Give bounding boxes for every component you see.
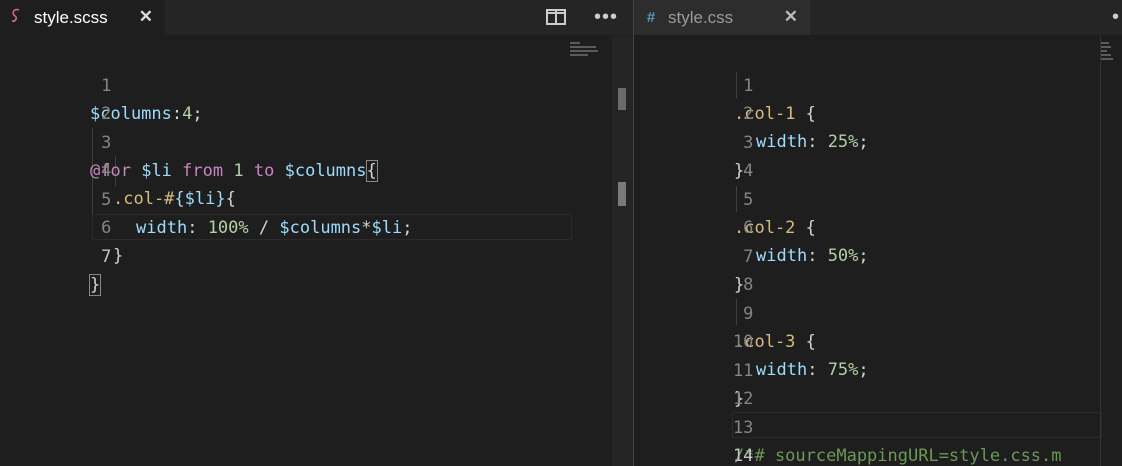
close-icon[interactable]: ✕ bbox=[784, 7, 798, 27]
token: /*# sourceMappingURL=style.css.m bbox=[734, 446, 1062, 466]
code-line: 10 width: 75%; bbox=[634, 300, 1122, 380]
split-editor-icon[interactable] bbox=[546, 9, 566, 30]
left-tab-bar: style.scss ✕ ••• bbox=[0, 0, 633, 35]
tab-style-css[interactable]: # style.css ✕ bbox=[634, 0, 810, 35]
close-icon[interactable]: ✕ bbox=[139, 7, 153, 27]
code-line: 7 } bbox=[0, 215, 633, 296]
tab-label: style.scss bbox=[34, 7, 108, 27]
more-actions-icon[interactable]: • bbox=[1112, 6, 1119, 29]
more-actions-icon[interactable]: ••• bbox=[594, 6, 618, 29]
code-line: 1 $columns:4; bbox=[0, 44, 633, 124]
token: } bbox=[113, 246, 124, 266]
code-line: 5 .col-2 { bbox=[634, 158, 1122, 238]
matched-bracket: } bbox=[88, 274, 102, 296]
code-line: 3 @for $li from 1 to $columns{ bbox=[0, 101, 633, 182]
scrollbar-cursor-marker bbox=[618, 182, 626, 206]
code-line: 14 bbox=[634, 414, 1122, 466]
code-line: 11 } bbox=[634, 329, 1122, 409]
line-number: 14 bbox=[732, 446, 754, 466]
code-line: 6 width: 50%; bbox=[634, 186, 1122, 266]
code-line: 8 bbox=[634, 243, 1122, 295]
left-editor-group: style.scss ✕ ••• 1 $columns:4; 2 3 @for … bbox=[0, 0, 633, 466]
code-line: 7 } bbox=[634, 215, 1122, 295]
tab-style-scss[interactable]: style.scss ✕ bbox=[0, 0, 165, 35]
code-line: 4 bbox=[634, 129, 1122, 181]
code-line: 13 /*# sourceMappingURL=style.css.m bbox=[634, 386, 1122, 466]
right-tab-bar: # style.css ✕ • bbox=[634, 0, 1122, 35]
line-number: 7 bbox=[101, 247, 112, 267]
code-line: 1 .col-1 { bbox=[634, 44, 1122, 124]
code-line: 2 bbox=[0, 72, 633, 124]
vertical-scrollbar[interactable] bbox=[1100, 36, 1101, 466]
code-line: 4 .col-#{$li}{ bbox=[0, 129, 633, 209]
code-line: 6 } bbox=[0, 186, 633, 266]
code-line: 2 width: 25%; bbox=[634, 72, 1122, 152]
code-line: 9 .col-3 { bbox=[634, 272, 1122, 352]
code-line: 3 } bbox=[634, 101, 1122, 181]
code-line: 5 width: 100% / $columns*$li; bbox=[0, 158, 633, 238]
css-hash-icon: # bbox=[646, 9, 656, 26]
sass-icon bbox=[8, 8, 26, 28]
code-line: 12 bbox=[634, 357, 1122, 409]
right-editor-group: # style.css ✕ • 1 .col-1 { 2 width: 25%;… bbox=[634, 0, 1122, 466]
tab-label: style.css bbox=[668, 7, 734, 27]
scrollbar-thumb[interactable] bbox=[618, 88, 626, 110]
